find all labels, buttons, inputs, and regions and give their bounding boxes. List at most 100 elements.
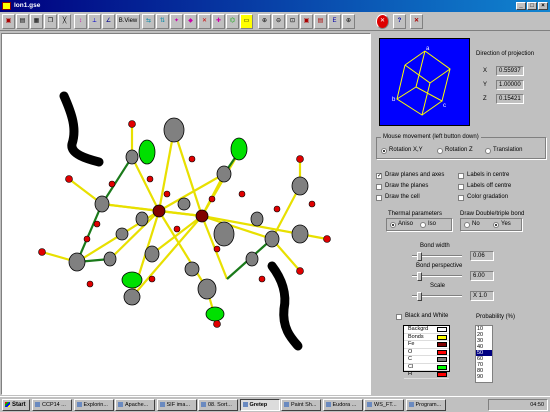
print-preview-icon[interactable]: ▦ bbox=[30, 14, 43, 29]
draw-cell-checkbox[interactable] bbox=[376, 195, 382, 201]
bond-icon[interactable]: ⌬ bbox=[226, 14, 239, 29]
draw-bonds-icon[interactable]: ╳ bbox=[58, 14, 71, 29]
legend-swatch[interactable] bbox=[437, 327, 447, 332]
perspective-label: Bond perspective bbox=[416, 263, 463, 269]
stop-icon[interactable]: ✕ bbox=[376, 14, 389, 29]
taskbar-item[interactable]: Paint Sh... bbox=[281, 399, 321, 411]
maximize-button[interactable]: □ bbox=[527, 2, 537, 10]
legend-swatch[interactable] bbox=[437, 334, 447, 340]
iso-radio[interactable] bbox=[420, 222, 426, 228]
color-gradation-checkbox[interactable] bbox=[458, 195, 464, 201]
x-field[interactable]: 0.55937 bbox=[496, 66, 524, 76]
legend-swatch[interactable] bbox=[437, 342, 447, 347]
legend-row[interactable]: H bbox=[404, 371, 449, 379]
y-field[interactable]: 1.00000 bbox=[496, 80, 524, 90]
rotate-axis-icon[interactable]: ∠ bbox=[102, 14, 115, 29]
taskbar-item[interactable]: Program... bbox=[405, 399, 446, 411]
delete-atom-icon[interactable]: ✕ bbox=[198, 14, 211, 29]
translation-label: Translation bbox=[493, 147, 523, 153]
rotate-y-icon[interactable]: ⇅ bbox=[156, 14, 169, 29]
bond-yes-radio[interactable] bbox=[493, 222, 499, 228]
bond-no-radio[interactable] bbox=[464, 222, 470, 228]
view-button[interactable]: B.View bbox=[116, 14, 140, 29]
start-button[interactable]: Start bbox=[2, 399, 30, 411]
legend-swatch[interactable] bbox=[437, 349, 447, 355]
legend-row[interactable]: Bonds bbox=[404, 334, 449, 341]
legend-label: Cl bbox=[408, 363, 414, 370]
add-icon[interactable]: ⊕ bbox=[342, 14, 355, 29]
legend-row[interactable]: O bbox=[404, 349, 449, 356]
legend-row[interactable]: C bbox=[404, 356, 449, 364]
probability-label: Probability (%) bbox=[476, 314, 516, 320]
aniso-radio[interactable] bbox=[390, 222, 396, 228]
axes-icon[interactable]: ⟂ bbox=[88, 14, 101, 29]
planes-axes-checkbox[interactable]: ✓ bbox=[376, 173, 382, 179]
open-icon[interactable]: ▣ bbox=[2, 14, 15, 29]
legend-swatch[interactable] bbox=[437, 357, 447, 362]
molecule-canvas[interactable] bbox=[1, 33, 371, 395]
zoom-in-icon[interactable]: ⊕ bbox=[258, 14, 271, 29]
perspective-field[interactable]: 6.00 bbox=[470, 271, 494, 281]
scale-label: Scale bbox=[430, 283, 446, 289]
help-icon[interactable]: ? bbox=[393, 14, 406, 29]
rotation-z-radio[interactable] bbox=[437, 148, 443, 154]
scale-slider[interactable] bbox=[412, 292, 462, 301]
render-icon[interactable]: ▣ bbox=[300, 14, 313, 29]
scale-field[interactable]: X 1.0 bbox=[470, 291, 494, 301]
fit-icon[interactable]: ⊡ bbox=[286, 14, 299, 29]
iso-label: Iso bbox=[428, 221, 437, 227]
grow-icon[interactable]: ▭ bbox=[240, 14, 253, 29]
legend-row[interactable]: Backgrd bbox=[404, 326, 449, 334]
aniso-label: Aniso bbox=[398, 221, 414, 227]
taskbar-item[interactable]: 08. Sort... bbox=[198, 399, 238, 411]
black-white-checkbox[interactable] bbox=[396, 314, 402, 320]
legend-swatch[interactable] bbox=[437, 372, 447, 377]
y-label: Y bbox=[483, 82, 488, 88]
edit-icon[interactable]: ▤ bbox=[314, 14, 327, 29]
zoom-out-icon[interactable]: ⊖ bbox=[272, 14, 285, 29]
minimize-button[interactable]: _ bbox=[516, 2, 526, 10]
rotate-x-icon[interactable]: ⇆ bbox=[142, 14, 155, 29]
projection-view[interactable]: a b c bbox=[379, 38, 470, 126]
select-icon[interactable]: ✦ bbox=[170, 14, 183, 29]
colour-icon[interactable]: ◆ bbox=[184, 14, 197, 29]
close-button[interactable]: × bbox=[538, 2, 548, 10]
z-field[interactable]: 0.15421 bbox=[496, 94, 524, 104]
taskbar-item[interactable]: Explorin... bbox=[73, 399, 114, 411]
bond-yes-label: Yes bbox=[501, 221, 511, 227]
draw-planes-checkbox[interactable] bbox=[376, 184, 382, 190]
exit-icon[interactable]: ✕ bbox=[410, 14, 423, 29]
labels-off-checkbox[interactable] bbox=[458, 184, 464, 190]
taskbar-item[interactable]: CCP14 ... bbox=[32, 399, 72, 411]
window-title: lon1.gse bbox=[14, 2, 41, 9]
molecule-structure bbox=[38, 91, 331, 351]
probability-list[interactable]: 10 20 30 40 50 60 70 80 90 bbox=[475, 325, 493, 383]
taskbar-item[interactable]: Eudora ... bbox=[322, 399, 363, 411]
legend-row[interactable]: Cl bbox=[404, 363, 449, 371]
unit-cell-cube: a b c bbox=[392, 46, 451, 116]
taskbar-item[interactable]: WS_FT... bbox=[364, 399, 404, 411]
taskbar-item[interactable]: Gretep bbox=[239, 399, 280, 411]
cell-axis-a: a bbox=[426, 46, 430, 52]
bond-width-field[interactable]: 0.06 bbox=[470, 251, 494, 261]
add-atom-icon[interactable]: ✚ bbox=[212, 14, 225, 29]
color-gradation-label: Color gradation bbox=[467, 194, 509, 200]
probability-option[interactable]: 90 bbox=[476, 374, 492, 380]
legend-row[interactable]: Fe bbox=[404, 341, 449, 349]
translation-radio[interactable] bbox=[485, 148, 491, 154]
taskbar-item[interactable]: Apache... bbox=[115, 399, 155, 411]
planes-axes-label: Draw planes and axes bbox=[385, 172, 445, 178]
move-atoms-icon[interactable]: ↕ bbox=[74, 14, 87, 29]
print-icon[interactable]: ▤ bbox=[16, 14, 29, 29]
perspective-slider[interactable] bbox=[412, 272, 462, 281]
bond-width-label: Bond width bbox=[420, 243, 450, 249]
taskbar-item[interactable]: SIF ima... bbox=[156, 399, 197, 411]
labels-centre-checkbox[interactable] bbox=[458, 173, 464, 179]
info-icon[interactable]: E bbox=[328, 14, 341, 29]
colour-legend: Backgrd Bonds Fe O C Cl H bbox=[403, 325, 450, 379]
black-white-label: Black and White bbox=[405, 313, 449, 319]
bond-width-slider[interactable] bbox=[412, 252, 462, 261]
copy-icon[interactable]: ❐ bbox=[44, 14, 57, 29]
rotation-xy-radio[interactable] bbox=[381, 148, 387, 154]
legend-swatch[interactable] bbox=[437, 364, 447, 370]
